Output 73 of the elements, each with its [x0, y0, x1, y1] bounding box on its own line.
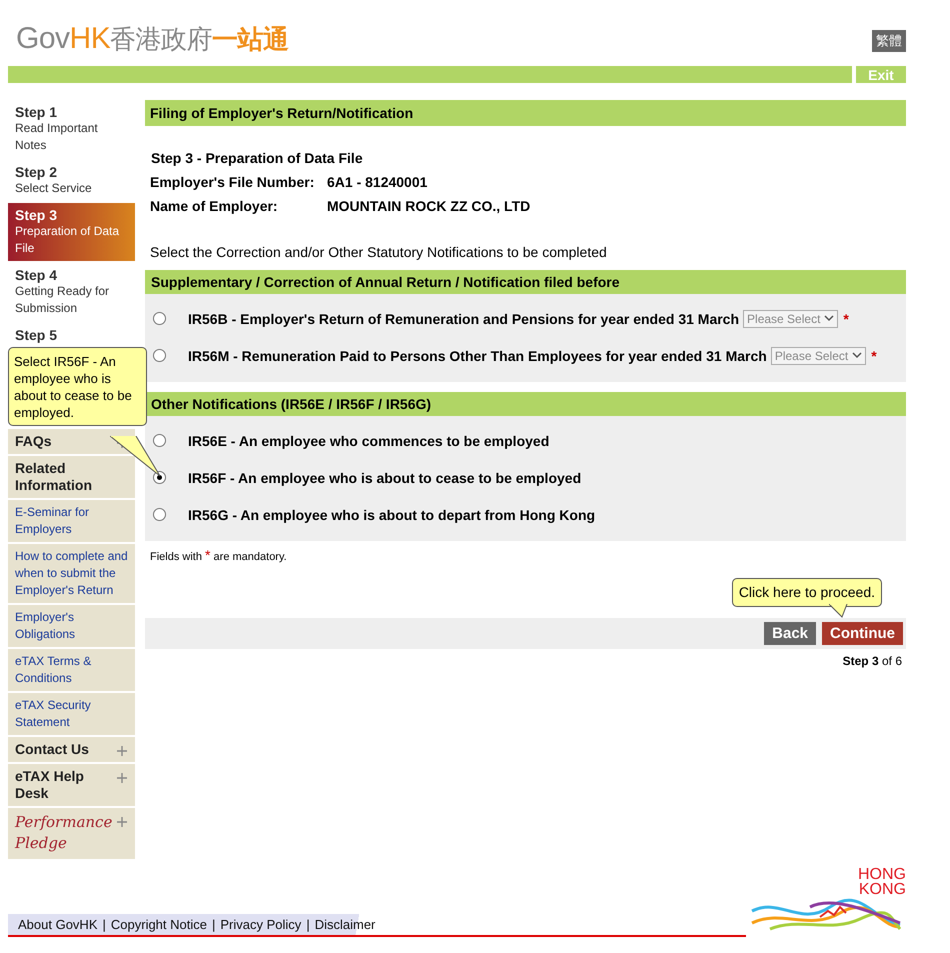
separator: | [102, 917, 106, 932]
language-button[interactable]: 繁體 [872, 30, 906, 52]
option-label: IR56G - An employee who is about to depart from Hong Kong [188, 506, 596, 522]
sidebar-menu-item[interactable]: Related Information [8, 456, 135, 498]
radio-button[interactable] [153, 471, 166, 484]
step-item[interactable]: Step 5 [8, 323, 135, 347]
govhk-logo[interactable]: GovHK香港政府一站通 [16, 22, 289, 57]
footer-link[interactable]: Privacy Policy [220, 917, 302, 932]
instruction-text: Select the Correction and/or Other Statutory Notifications to be completed [150, 244, 608, 260]
hong-kong-brand-logo: HONG KONG [746, 867, 906, 933]
step-heading: Step 3 - Preparation of Data File [151, 150, 364, 166]
step-item[interactable]: Step 1 Read Important Notes [8, 100, 135, 158]
radio-button[interactable] [153, 508, 166, 521]
menu-label: FAQs [15, 433, 52, 450]
step-number: Step 1 [15, 104, 58, 120]
step-description: Select Service [15, 180, 93, 197]
step-description: Preparation of Data File [15, 223, 120, 257]
menu-label: Employer's Obligations [15, 609, 76, 643]
step-counter: Step 3 of 6 [842, 654, 902, 668]
back-button[interactable]: Back [764, 622, 816, 645]
sidebar-menu-item[interactable]: Employer's Obligations [8, 605, 135, 647]
caret-icon [824, 315, 834, 322]
required-mark: * [843, 310, 849, 326]
sidebar-menu-item[interactable]: eTAX Terms & Conditions [8, 649, 135, 691]
menu-label: E-Seminar for Employers [15, 504, 90, 538]
option-label: IR56M - Remuneration Paid to Persons Other Than Employees for year ended 31 March [188, 348, 767, 364]
page-title: Filing of Employer's Return/Notification [145, 100, 906, 126]
step-number: Step 5 [15, 327, 58, 343]
caret-icon [852, 352, 862, 359]
field-value: 6A1 - 81240001 [327, 174, 428, 190]
sidebar-menu-item[interactable]: FAQs [8, 429, 135, 454]
footer-link[interactable]: About GovHK [18, 917, 98, 932]
step-description: Getting Ready for Submission [15, 283, 110, 317]
menu-label: eTAX Terms & Conditions [15, 653, 92, 687]
menu-label: Contact Us [15, 741, 89, 758]
sidebar-menu-item[interactable]: E-Seminar for Employers [8, 500, 135, 542]
sidebar-menu-item[interactable]: Performance Pledge [8, 808, 135, 859]
radio-button[interactable] [153, 434, 166, 447]
radio-button[interactable] [153, 312, 166, 325]
instruction-callout: Select IR56F - An employee who is about to cease to be employed. [8, 347, 147, 426]
footer-link[interactable]: Disclaimer [314, 917, 376, 932]
callout-pointer [110, 436, 162, 478]
sidebar-menu-item[interactable]: eTAX Security Statement [8, 693, 135, 735]
step-number: Step 4 [15, 267, 58, 283]
sidebar-menu-item[interactable]: eTAX Help Desk [8, 764, 135, 806]
menu-label: eTAX Security Statement [15, 697, 92, 731]
footer-link[interactable]: Copyright Notice [110, 917, 207, 932]
mandatory-note: Fields with * are mandatory. [150, 547, 288, 563]
continue-button[interactable]: Continue [822, 622, 903, 645]
option-label: IR56E - An employee who commences to be employed [188, 432, 550, 448]
section-heading: Supplementary / Correction of Annual Return / Notification filed before [145, 270, 906, 294]
menu-label: Related Information [15, 460, 93, 494]
option-label: IR56B - Employer's Return of Remuneration and Pensions for year ended 31 March [188, 310, 740, 326]
section-heading: Other Notifications (IR56E / IR56F / IR56G) [145, 392, 906, 416]
required-mark: * [871, 348, 877, 364]
sidebar-menu-item[interactable]: How to complete and when to submit the Employer's Return [8, 544, 135, 603]
step-item[interactable]: Step 2 Select Service [8, 160, 135, 201]
pledge-text: Performance Pledge [15, 812, 114, 854]
field-label: Employer's File Number: [150, 174, 316, 190]
option-label: IR56F - An employee who is about to cease to be employed [188, 470, 582, 486]
field-label: Name of Employer: [150, 198, 279, 214]
field-value: MOUNTAIN ROCK ZZ CO., LTD [327, 198, 532, 214]
step-description: Read Important Notes [15, 120, 99, 154]
menu-label: eTAX Help Desk [15, 768, 85, 802]
separator: | [212, 917, 216, 932]
step-item[interactable]: Step 4 Getting Ready for Submission [8, 263, 135, 321]
step-item[interactable]: Step 3 Preparation of Data File [8, 203, 135, 261]
sidebar-menu-item[interactable]: Contact Us [8, 737, 135, 762]
step-number: Step 3 [15, 207, 58, 223]
menu-label: How to complete and when to submit the Employer's Return [15, 548, 128, 599]
separator: | [306, 917, 310, 932]
radio-button[interactable] [153, 349, 166, 362]
step-number: Step 2 [15, 164, 58, 180]
